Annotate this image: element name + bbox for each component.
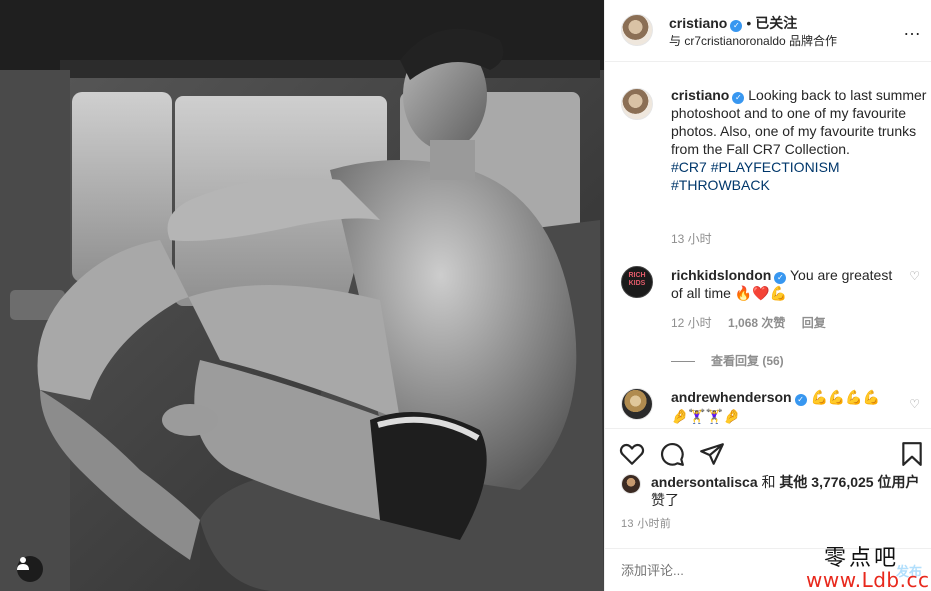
caption-text: cristiano ✓ Looking back to last summer p… (671, 86, 931, 194)
verified-badge-icon: ✓ (732, 92, 745, 104)
photo-illustration (0, 0, 604, 591)
comment-emojis: 🔥❤️💪 (734, 286, 788, 302)
verified-badge-icon: ✓ (730, 20, 743, 32)
commenter-avatar[interactable]: RICH KIDS (621, 266, 653, 298)
verified-badge-icon: ✓ (774, 272, 787, 284)
comment-bubble-icon[interactable] (659, 441, 685, 467)
likes-connector: 和 (761, 474, 776, 490)
header-title: cristiano ✓ • 已关注 (669, 13, 797, 33)
comment-timestamp[interactable]: 12 小时 (671, 316, 712, 330)
view-replies-button[interactable]: 查看回复 (56) (671, 352, 784, 369)
caption-username[interactable]: cristiano (671, 87, 729, 103)
following-button[interactable]: 已关注 (755, 15, 797, 31)
liker-username[interactable]: andersontalisca (651, 474, 758, 490)
comment-body: 🤌🏋️‍♀️🏋️‍♀️🤌 (671, 409, 741, 425)
post-header: cristiano ✓ • 已关注 与 cr7cristianoronaldo 品牌合… (605, 0, 931, 62)
watermark-url: www.Ldb.cc (806, 568, 930, 591)
likes-suffix: 赞了 (651, 492, 679, 508)
likes-text: andersontalisca 和 其他 3,776,025 位用户 赞了 (651, 473, 921, 509)
author-username[interactable]: cristiano (669, 15, 727, 31)
post-actions: andersontalisca 和 其他 3,776,025 位用户 赞了 13… (605, 428, 931, 548)
likes-count-button[interactable]: 其他 3,776,025 位用户 (779, 474, 919, 490)
comment-like-heart-icon[interactable]: ♡ (909, 397, 920, 411)
caption-avatar[interactable] (621, 88, 653, 120)
comment-emojis: 💪💪💪💪 (810, 390, 881, 406)
commenter-avatar-logo: RICH KIDS (628, 272, 646, 287)
post-timestamp[interactable]: 13 小时前 (621, 515, 671, 531)
comment-text: richkidslondon ✓ You are greatest of all … (671, 266, 896, 303)
verified-badge-icon: ✓ (794, 394, 807, 406)
commenter-username[interactable]: richkidslondon (671, 267, 771, 283)
hashtag-link[interactable]: #THROWBACK (671, 177, 770, 193)
comment-meta: 12 小时 1,068 次赞 回复 (671, 314, 839, 331)
paid-partnership-label[interactable]: 与 cr7cristianoronaldo 品牌合作 (669, 32, 837, 49)
hashtag-link[interactable]: #PLAYFECTIONISM (711, 159, 840, 175)
comment-like-heart-icon[interactable]: ♡ (909, 269, 920, 283)
replies-divider (671, 361, 695, 363)
caption-timestamp[interactable]: 13 小时 (671, 230, 712, 247)
liker-avatar[interactable] (621, 474, 641, 494)
post-photo[interactable] (0, 0, 604, 591)
user-tag-icon (17, 557, 29, 570)
site-watermark: 零点吧 www.Ldb.cc (806, 540, 931, 591)
view-replies-label: 查看回复 (56) (711, 354, 784, 368)
commenter-username[interactable]: andrewhenderson (671, 389, 792, 405)
share-paper-plane-icon[interactable] (699, 441, 725, 467)
post-side-panel: cristiano ✓ • 已关注 与 cr7cristianoronaldo 品牌合… (604, 0, 931, 591)
commenter-avatar[interactable] (621, 388, 653, 420)
comment-likes-count[interactable]: 1,068 次赞 (728, 316, 785, 330)
save-bookmark-icon[interactable] (899, 441, 925, 467)
user-tag-button[interactable] (17, 556, 43, 582)
reply-button[interactable]: 回复 (802, 316, 826, 330)
hashtag-link[interactable]: #CR7 (671, 159, 707, 175)
more-options-icon[interactable]: … (903, 20, 922, 38)
like-heart-icon[interactable] (619, 441, 645, 467)
comments-list[interactable]: cristiano ✓ Looking back to last summer p… (605, 62, 931, 428)
author-avatar[interactable] (621, 14, 653, 46)
comment-text: andrewhenderson ✓ 💪💪💪💪 🤌🏋️‍♀️🏋️‍♀️🤌 (671, 388, 896, 426)
header-separator: • (746, 15, 752, 31)
